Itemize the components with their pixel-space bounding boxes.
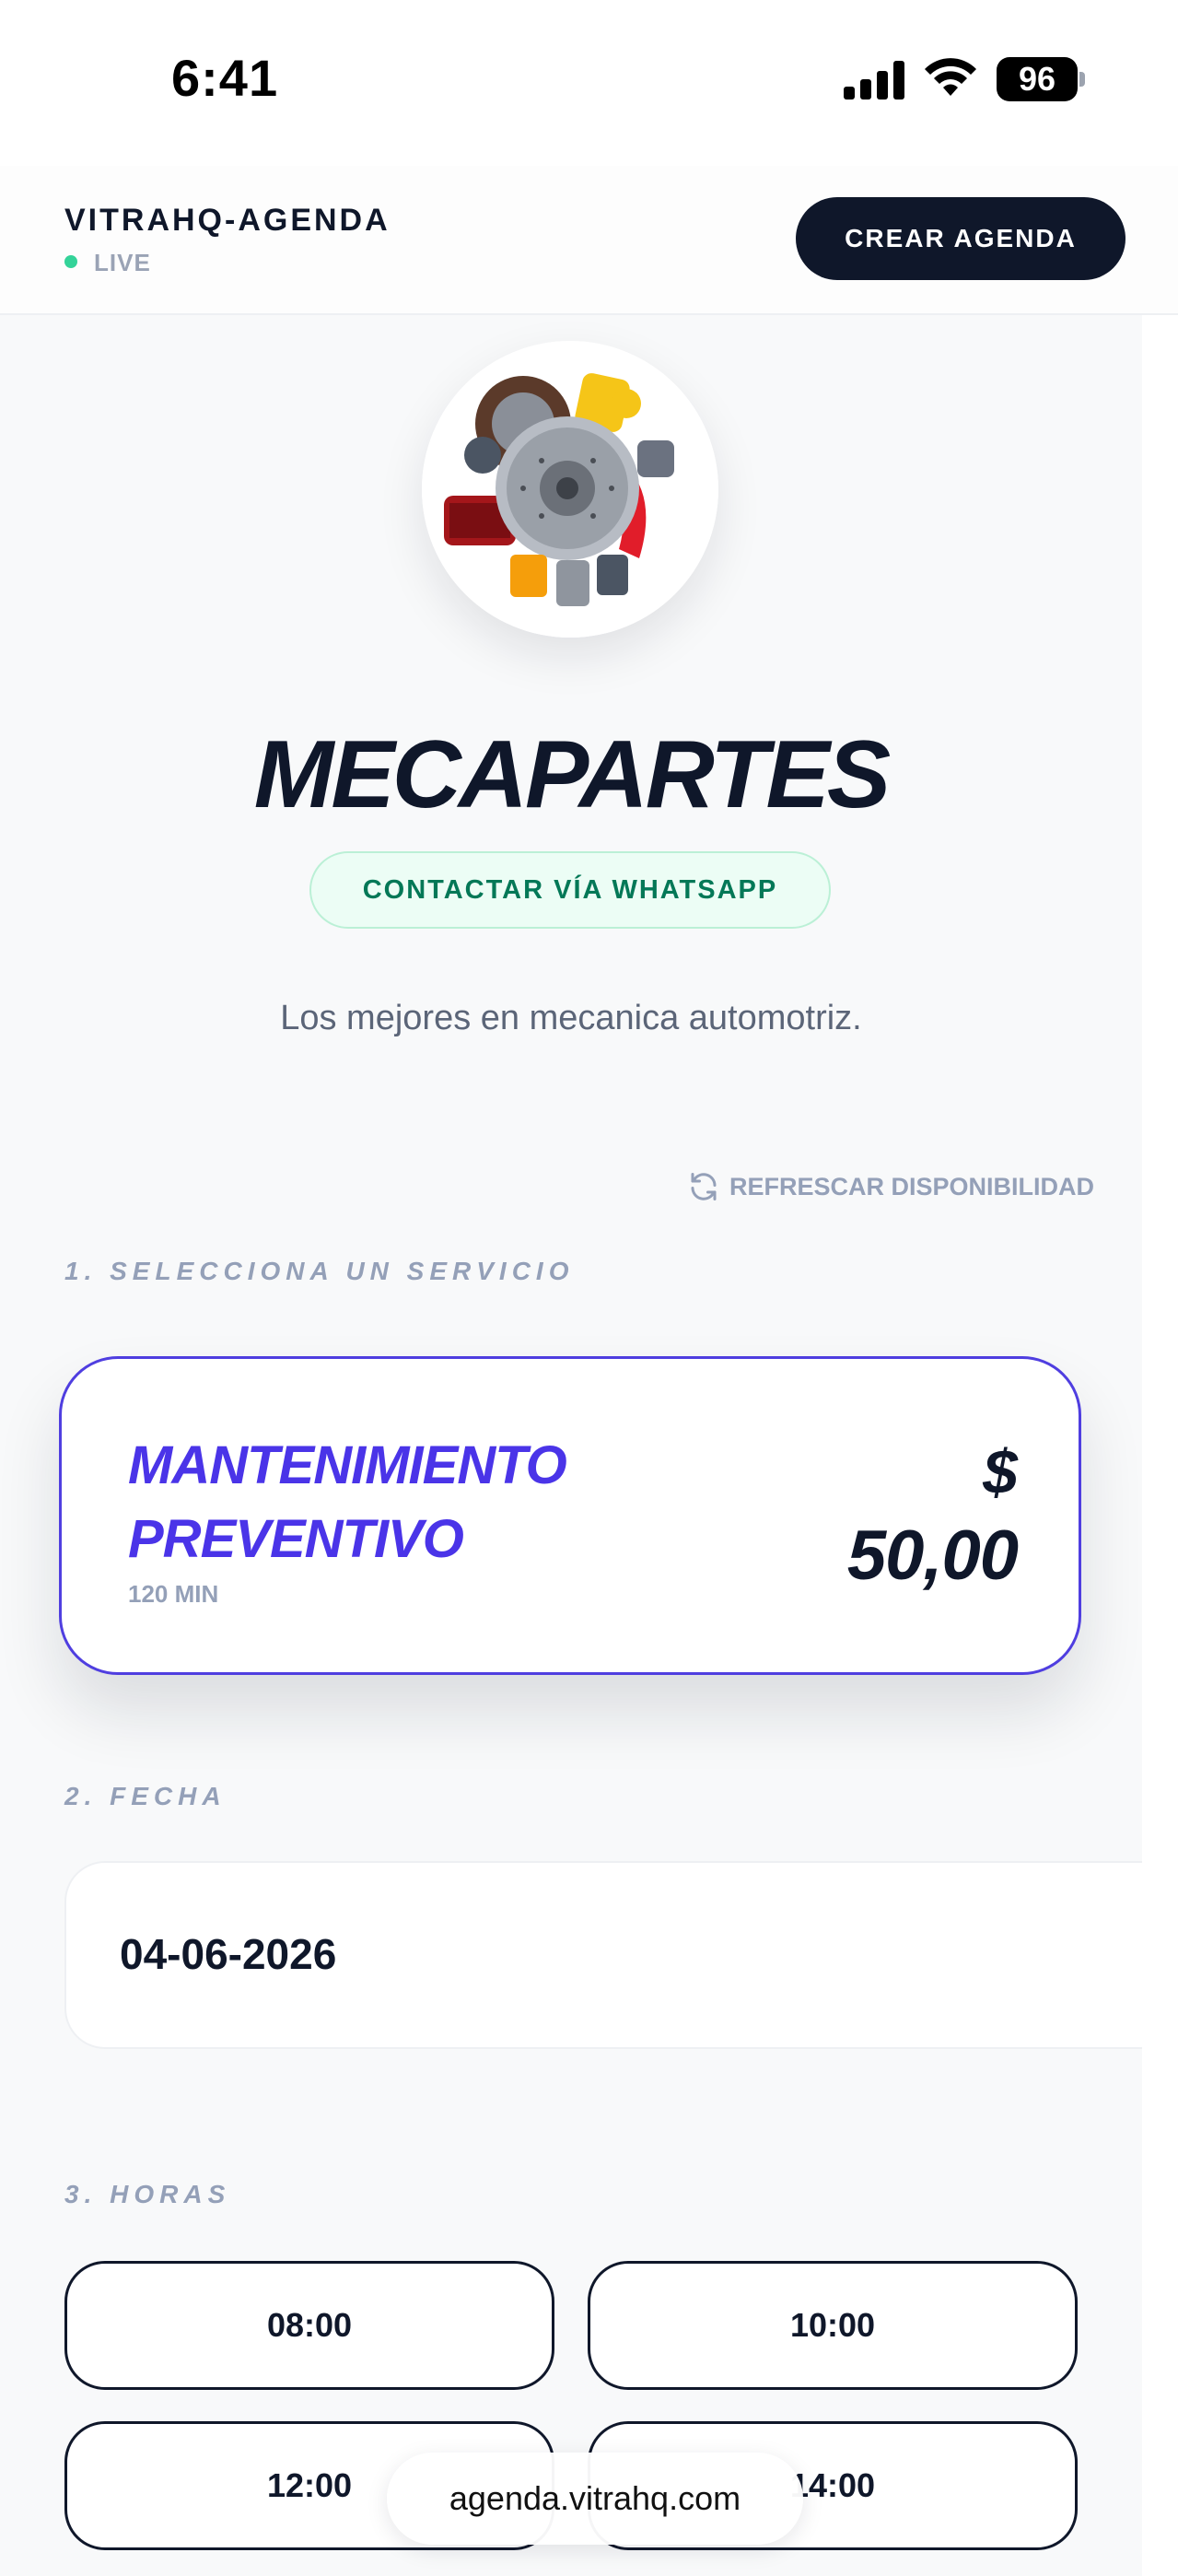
- auto-parts-logo-icon: [422, 341, 718, 638]
- step-date-label: 2. FECHA: [64, 1782, 227, 1810]
- business-tagline: Los mejores en mecanica automotriz.: [280, 999, 862, 1037]
- main-content: MECAPARTES CONTACTAR VÍA WHATSAPP Los me…: [0, 315, 1178, 2576]
- refresh-availability-button[interactable]: REFRESCAR DISPONIBILIDAD: [687, 1172, 1094, 1212]
- signal-icon: [844, 61, 906, 100]
- service-name-line2: PREVENTIVO: [128, 1509, 464, 1569]
- create-agenda-button[interactable]: CREAR AGENDA: [796, 197, 1126, 280]
- live-dot-icon: [64, 255, 77, 269]
- service-price: 50,00: [846, 1516, 1019, 1595]
- step-hours-label: 3. HORAS: [64, 2180, 231, 2208]
- business-name: MECAPARTES: [253, 721, 891, 828]
- service-duration: 120 MIN: [128, 1580, 219, 1608]
- scroll-gutter: [1142, 315, 1178, 2576]
- battery-icon: 96: [997, 57, 1085, 101]
- whatsapp-contact-button[interactable]: CONTACTAR VÍA WHATSAPP: [309, 851, 831, 929]
- date-field[interactable]: 04-06-2026: [64, 1861, 1178, 2049]
- brand-title[interactable]: VITRAHQ-AGENDA: [64, 203, 391, 239]
- battery-level: 96: [997, 57, 1078, 101]
- status-bar: 6:41 96: [0, 0, 1178, 166]
- live-label: LIVE: [94, 249, 151, 276]
- time-slot-0800[interactable]: 08:00: [64, 2261, 554, 2390]
- refresh-label: REFRESCAR DISPONIBILIDAD: [729, 1173, 1095, 1201]
- refresh-icon: [691, 1173, 717, 1200]
- price-currency: $: [983, 1437, 1018, 1507]
- time-slot-1000[interactable]: 10:00: [588, 2261, 1078, 2390]
- step-service-label: 1. SELECCIONA UN SERVICIO: [64, 1257, 575, 1285]
- app-header: VITRAHQ-AGENDA LIVE CREAR AGENDA: [0, 166, 1178, 315]
- page: 6:41 96 VITRAHQ-AGENDA LIVE CREAR AGENDA: [0, 0, 1178, 2576]
- business-logo: [422, 341, 718, 638]
- browser-url-bar[interactable]: agenda.vitrahq.com: [387, 2453, 803, 2545]
- date-value: 04-06-2026: [120, 1930, 337, 1978]
- wifi-icon: [925, 58, 976, 96]
- live-status: LIVE: [64, 249, 151, 277]
- service-card-selected[interactable]: MANTENIMIENTO PREVENTIVO 120 MIN $ 50,00: [59, 1356, 1081, 1675]
- service-name: MANTENIMIENTO PREVENTIVO: [128, 1429, 681, 1576]
- status-time: 6:41: [171, 49, 279, 107]
- service-name-line1: MANTENIMIENTO: [128, 1435, 567, 1495]
